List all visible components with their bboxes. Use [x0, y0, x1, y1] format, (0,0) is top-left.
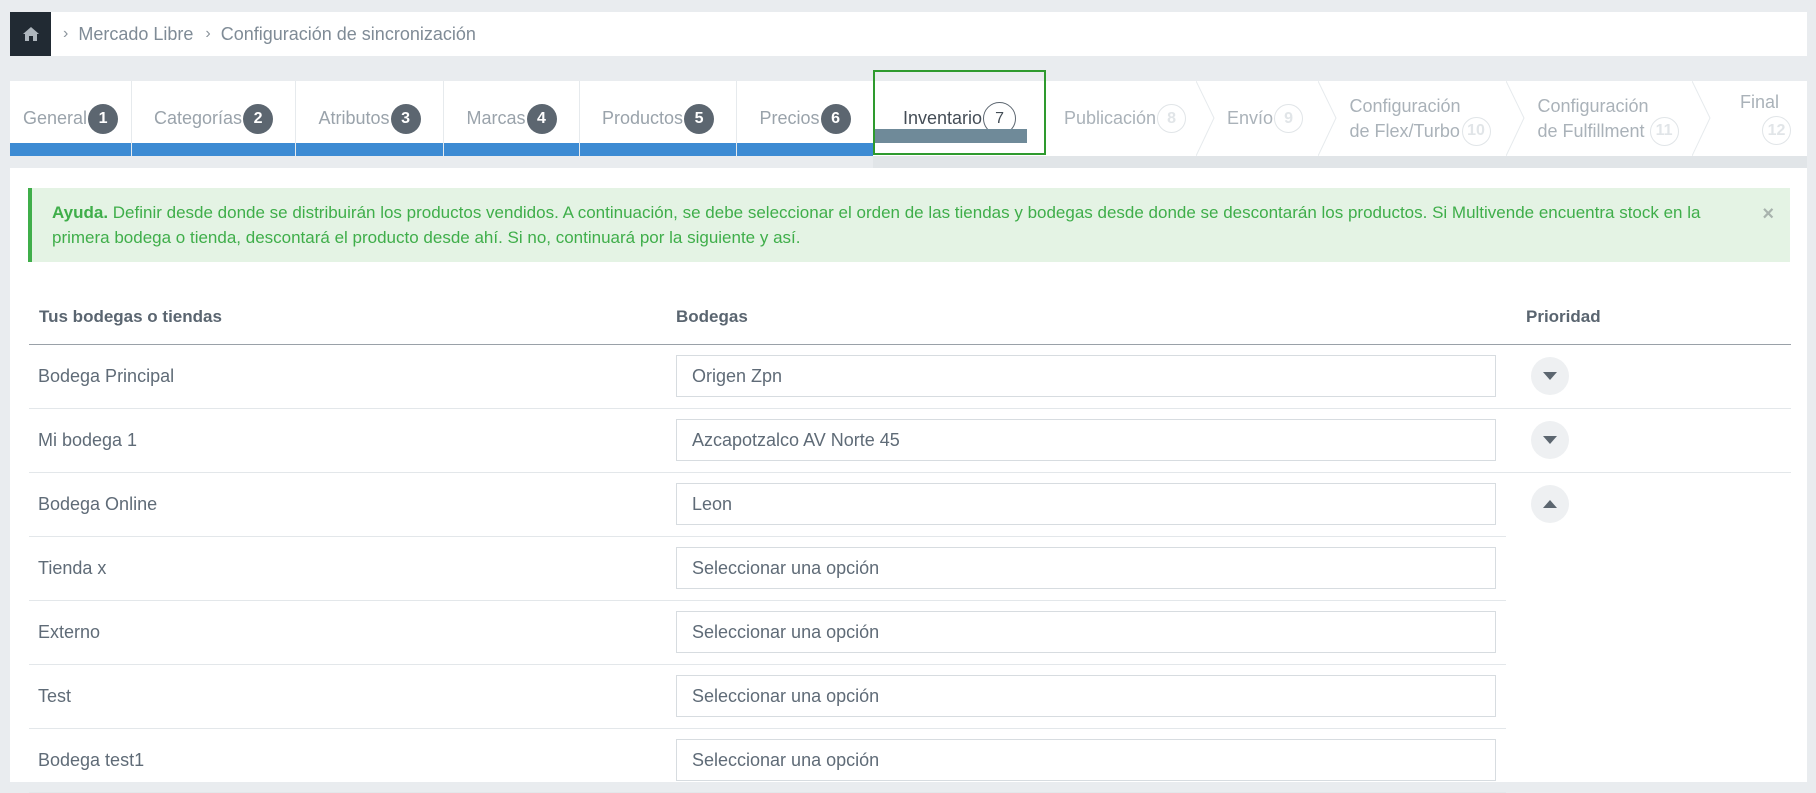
step-progress	[444, 143, 579, 156]
step-number: 8	[1157, 104, 1187, 133]
warehouse-select[interactable]: Azcapotzalco AV Norte 45	[676, 419, 1496, 461]
warehouse-select[interactable]: Seleccionar una opción	[676, 739, 1496, 781]
priority-down-button[interactable]	[1531, 421, 1569, 459]
header-priority: Prioridad	[1526, 307, 1601, 326]
step-number: 2	[243, 103, 274, 134]
warehouse-table: Tus bodegas o tiendas Bodegas Prioridad …	[29, 288, 1791, 793]
step-marcas[interactable]: Marcas 4	[444, 81, 579, 156]
table-row: Bodega test1 Seleccionar una opción	[29, 729, 1506, 793]
table-row: Mi bodega 1 Azcapotzalco AV Norte 45	[29, 409, 1791, 473]
help-alert: Ayuda. Definir desde donde se distribuir…	[28, 188, 1790, 262]
step-label: Precios	[759, 108, 820, 128]
step-label: Publicación	[1063, 108, 1157, 128]
table-row: Test Seleccionar una opción	[29, 665, 1506, 729]
priority-down-button[interactable]	[1531, 357, 1569, 395]
step-number: 10	[1461, 116, 1491, 146]
store-name: Externo	[38, 622, 101, 642]
warehouse-select[interactable]: Leon	[676, 483, 1496, 525]
warehouse-select[interactable]: Seleccionar una opción	[676, 611, 1496, 653]
breadcrumb-mercado-libre[interactable]: Mercado Libre	[78, 24, 193, 45]
step-number: 11	[1649, 116, 1679, 146]
step-label: Envío	[1226, 108, 1274, 128]
close-icon[interactable]: ×	[1762, 202, 1774, 227]
step-number: 5	[684, 103, 715, 134]
step-progress	[737, 143, 873, 156]
header-stores: Tus bodegas o tiendas	[39, 307, 222, 326]
step-progress	[296, 143, 443, 156]
step-progress	[132, 143, 295, 156]
table-row: Tienda x Seleccionar una opción	[29, 537, 1506, 601]
step-separator	[1692, 81, 1711, 156]
chevron-right-icon: ›	[63, 25, 69, 42]
active-step-highlight	[873, 70, 1046, 155]
priority-up-button[interactable]	[1531, 485, 1569, 523]
step-number: 1	[88, 103, 119, 134]
breadcrumb-current: Configuración de sincronización	[220, 23, 476, 44]
step-number: 4	[526, 103, 557, 134]
store-name: Bodega Online	[38, 494, 158, 514]
table-header: Tus bodegas o tiendas Bodegas Prioridad	[29, 288, 1791, 345]
chevron-right-icon: ›	[205, 25, 211, 42]
step-final[interactable]: Final 12	[1710, 81, 1807, 156]
main-panel: Ayuda. Definir desde donde se distribuir…	[10, 168, 1807, 793]
step-label: Productos	[601, 108, 684, 128]
step-flex-turbo[interactable]: Configuración de Flex/Turbo 10	[1330, 81, 1510, 156]
table-row: Bodega Principal Origen Zpn	[29, 345, 1791, 409]
caret-down-icon	[1543, 372, 1557, 380]
step-progress	[10, 143, 131, 156]
steps-remaining-strip	[873, 156, 1807, 168]
warehouse-select[interactable]: Seleccionar una opción	[676, 547, 1496, 589]
step-label-line1: Configuración	[1349, 95, 1461, 116]
step-atributos[interactable]: Atributos 3	[296, 81, 443, 156]
home-icon	[22, 27, 39, 41]
alert-title: Ayuda.	[52, 203, 109, 222]
step-label-line1: Configuración	[1537, 95, 1649, 116]
warehouse-select[interactable]: Seleccionar una opción	[676, 675, 1496, 717]
step-label: Marcas	[466, 108, 526, 128]
step-progress	[580, 143, 736, 156]
step-label: General	[22, 108, 88, 128]
store-name: Bodega Principal	[38, 366, 175, 386]
step-envio[interactable]: Envío 9	[1206, 81, 1324, 156]
step-number: 12	[1762, 116, 1791, 145]
step-number: 9	[1274, 104, 1304, 133]
step-fulfillment[interactable]: Configuración de Fulfillment 11	[1518, 81, 1698, 156]
store-name: Bodega test1	[38, 750, 145, 770]
step-label: Configuración de Fulfillment	[1537, 94, 1648, 144]
breadcrumb: › Mercado Libre › Configuración de sincr…	[10, 12, 1807, 56]
step-precios[interactable]: Precios 6	[737, 81, 873, 156]
warehouse-select[interactable]: Origen Zpn	[676, 355, 1496, 397]
step-general[interactable]: General 1	[10, 81, 131, 156]
alert-text: Definir desde donde se distribuirán los …	[52, 203, 1701, 247]
step-productos[interactable]: Productos 5	[580, 81, 736, 156]
step-label-line2: de Flex/Turbo	[1349, 120, 1460, 141]
store-name: Mi bodega 1	[38, 430, 138, 450]
table-row: Bodega Online Leon	[29, 473, 1569, 537]
home-button[interactable]	[10, 12, 51, 56]
table-row: Externo Seleccionar una opción	[29, 601, 1506, 665]
step-label: Categorías	[153, 108, 243, 128]
header-warehouses: Bodegas	[676, 307, 748, 326]
step-publicacion[interactable]: Publicación 8	[1046, 81, 1204, 156]
step-number: 3	[390, 103, 421, 134]
step-number: 6	[820, 103, 851, 134]
step-label: Final	[1739, 92, 1779, 112]
store-name: Test	[38, 686, 72, 706]
step-label: Configuración de Flex/Turbo	[1349, 94, 1460, 144]
step-categorias[interactable]: Categorías 2	[132, 81, 295, 156]
step-label-line2: de Fulfillment	[1537, 120, 1645, 141]
caret-up-icon	[1543, 500, 1557, 508]
store-name: Tienda x	[38, 558, 107, 578]
caret-down-icon	[1543, 436, 1557, 444]
step-label: Atributos	[318, 108, 390, 128]
